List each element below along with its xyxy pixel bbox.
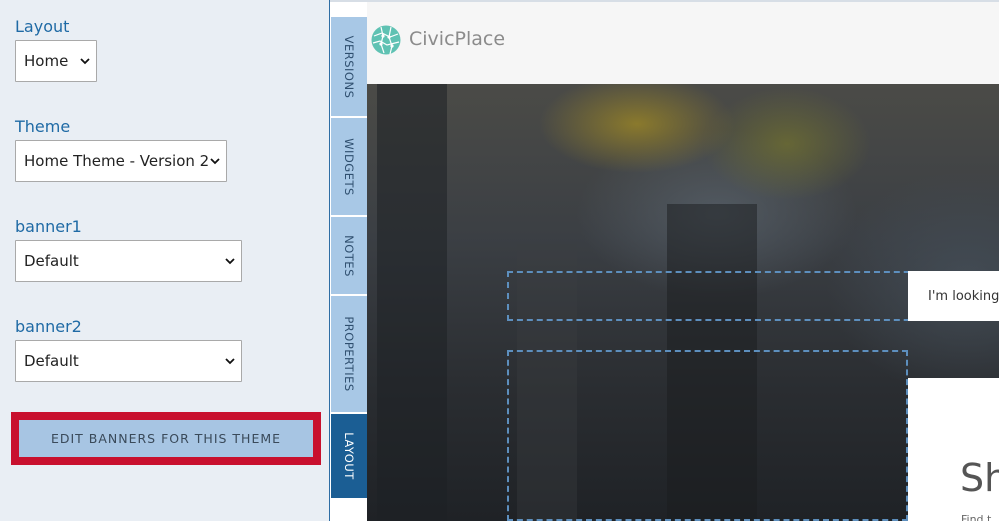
tab-notes-label: NOTES <box>342 234 356 277</box>
layout-select-value: Home <box>24 52 69 70</box>
search-input[interactable]: I'm looking <box>908 271 999 321</box>
tab-versions-label: VERSIONS <box>342 35 356 98</box>
layout-label: Layout <box>15 17 70 36</box>
hero-shadow <box>377 84 447 521</box>
card-heading: Sh <box>960 456 999 500</box>
site-logo-text: CivicPlace <box>409 28 506 50</box>
chevron-down-icon <box>225 258 235 265</box>
banner2-label: banner2 <box>15 317 82 336</box>
theme-label: Theme <box>15 117 71 136</box>
card-subtext: Find t <box>961 513 992 521</box>
tab-layout[interactable]: LAYOUT <box>331 414 367 500</box>
tab-versions[interactable]: VERSIONS <box>331 17 367 118</box>
theme-select[interactable]: Home Theme - Version 2 <box>15 140 227 182</box>
edit-banners-button[interactable]: EDIT BANNERS FOR THIS THEME <box>19 420 313 457</box>
banner1-select-value: Default <box>24 252 79 270</box>
tab-properties-label: PROPERTIES <box>342 316 356 392</box>
tab-notes[interactable]: NOTES <box>331 217 367 296</box>
layout-select[interactable]: Home <box>15 40 97 82</box>
tab-layout-label: LAYOUT <box>342 432 356 480</box>
tab-widgets-label: WIDGETS <box>342 137 356 196</box>
content-card: Sh Find t <box>908 378 999 521</box>
banner1-select[interactable]: Default <box>15 240 242 282</box>
chevron-down-icon <box>210 158 220 165</box>
tab-widgets[interactable]: WIDGETS <box>331 118 367 217</box>
globe-logo-icon <box>371 25 401 55</box>
highlight-frame: EDIT BANNERS FOR THIS THEME <box>11 412 321 465</box>
tab-properties[interactable]: PROPERTIES <box>331 296 367 414</box>
banner2-select[interactable]: Default <box>15 340 242 382</box>
chevron-down-icon <box>225 358 235 365</box>
layout-settings-panel: Layout Home Theme Home Theme - Version 2… <box>0 0 330 521</box>
content-drop-zone[interactable] <box>507 350 908 521</box>
chevron-down-icon <box>80 58 90 65</box>
theme-select-value: Home Theme - Version 2 <box>24 152 210 170</box>
banner2-select-value: Default <box>24 352 79 370</box>
site-header: CivicPlace <box>367 2 999 84</box>
banner1-label: banner1 <box>15 217 82 236</box>
